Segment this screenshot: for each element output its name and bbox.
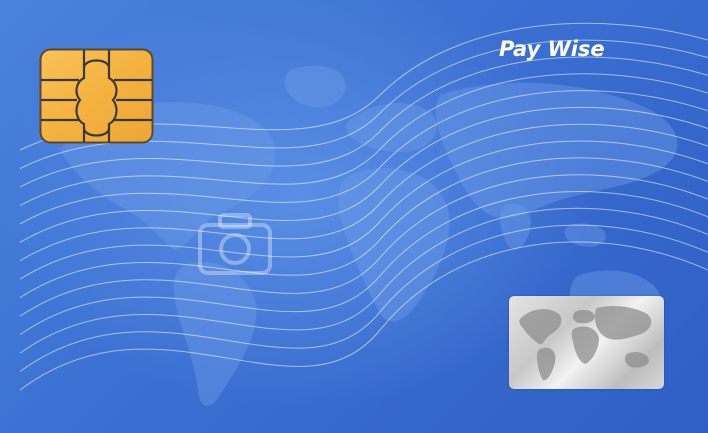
wave-line — [19, 157, 708, 299]
brand-name: Pay Wise — [499, 37, 605, 61]
payment-card: Pay Wise — [0, 0, 708, 433]
camera-watermark-icon — [198, 213, 272, 275]
wave-line — [19, 140, 708, 280]
wave-line — [19, 174, 708, 317]
hologram-icon — [509, 296, 664, 389]
emv-chip-icon — [39, 48, 154, 144]
